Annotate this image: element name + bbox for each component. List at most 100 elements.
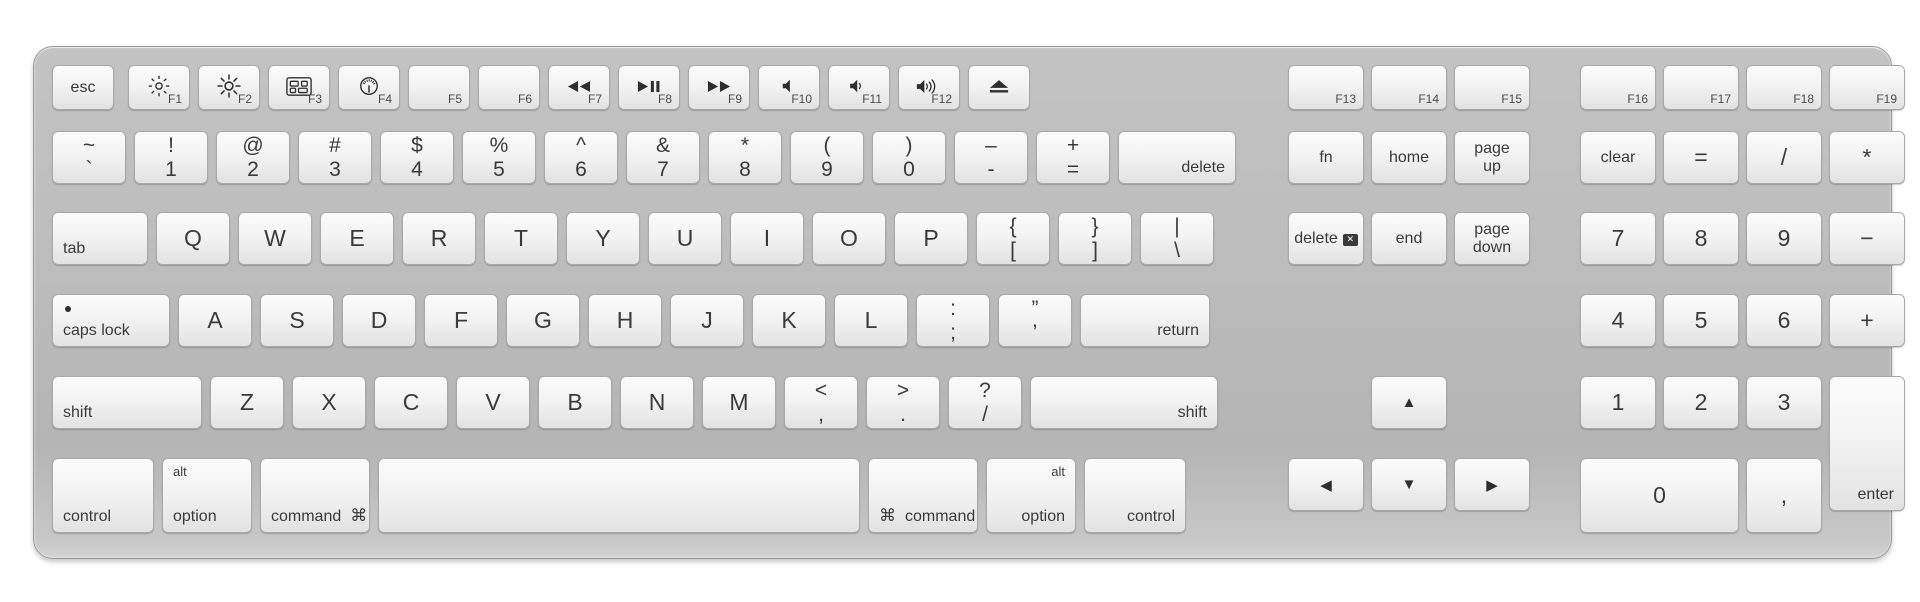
key-a[interactable]: A	[178, 294, 252, 347]
key-numpad-clear[interactable]: clear	[1580, 131, 1656, 184]
key-forward-delete[interactable]: delete ✕	[1288, 212, 1364, 265]
key-fn[interactable]: fn	[1288, 131, 1364, 184]
key-g[interactable]: G	[506, 294, 580, 347]
key-arrow-right[interactable]: ▶	[1454, 458, 1530, 511]
key-f5[interactable]: F5	[408, 65, 470, 110]
key-semicolon[interactable]: : ;	[916, 294, 990, 347]
key-s[interactable]: S	[260, 294, 334, 347]
key-numpad-8[interactable]: 8	[1663, 212, 1739, 265]
key-numpad-multiply[interactable]: *	[1829, 131, 1905, 184]
key-delete[interactable]: delete	[1118, 131, 1236, 184]
key-home[interactable]: home	[1371, 131, 1447, 184]
key-esc[interactable]: esc	[52, 65, 114, 110]
key-f17[interactable]: F17	[1663, 65, 1739, 110]
key-numpad-divide[interactable]: /	[1746, 131, 1822, 184]
key-f11[interactable]: F11	[828, 65, 890, 110]
key-numpad-2[interactable]: 2	[1663, 376, 1739, 429]
key-f7[interactable]: F7	[548, 65, 610, 110]
key-numpad-4[interactable]: 4	[1580, 294, 1656, 347]
key-numpad-3[interactable]: 3	[1746, 376, 1822, 429]
key-numpad-minus[interactable]: −	[1829, 212, 1905, 265]
key-tab[interactable]: tab	[52, 212, 148, 265]
key-u[interactable]: U	[648, 212, 722, 265]
key-7[interactable]: & 7	[626, 131, 700, 184]
key-d[interactable]: D	[342, 294, 416, 347]
key-bracket-right[interactable]: } ]	[1058, 212, 1132, 265]
key-option-left[interactable]: alt option	[162, 458, 252, 533]
key-e[interactable]: E	[320, 212, 394, 265]
key-h[interactable]: H	[588, 294, 662, 347]
key-f13[interactable]: F13	[1288, 65, 1364, 110]
key-control-left[interactable]: control	[52, 458, 154, 533]
key-control-right[interactable]: control	[1084, 458, 1186, 533]
key-numpad-decimal[interactable]: ,	[1746, 458, 1822, 533]
key-numpad-zero[interactable]: 0	[1580, 458, 1739, 533]
key-command-right[interactable]: ⌘ command	[868, 458, 978, 533]
key-f16[interactable]: F16	[1580, 65, 1656, 110]
key-v[interactable]: V	[456, 376, 530, 429]
key-f19[interactable]: F19	[1829, 65, 1905, 110]
key-numpad-plus[interactable]: +	[1829, 294, 1905, 347]
key-end[interactable]: end	[1371, 212, 1447, 265]
key-j[interactable]: J	[670, 294, 744, 347]
key-f15[interactable]: F15	[1454, 65, 1530, 110]
key-c[interactable]: C	[374, 376, 448, 429]
key-caps-lock[interactable]: caps lock	[52, 294, 170, 347]
key-i[interactable]: I	[730, 212, 804, 265]
key-r[interactable]: R	[402, 212, 476, 265]
key-grave[interactable]: ~ `	[52, 131, 126, 184]
key-0[interactable]: ) 0	[872, 131, 946, 184]
key-f8[interactable]: F8	[618, 65, 680, 110]
key-l[interactable]: L	[834, 294, 908, 347]
key-numpad-1[interactable]: 1	[1580, 376, 1656, 429]
key-f3[interactable]: F3	[268, 65, 330, 110]
key-8[interactable]: * 8	[708, 131, 782, 184]
key-4[interactable]: $ 4	[380, 131, 454, 184]
key-f[interactable]: F	[424, 294, 498, 347]
key-f18[interactable]: F18	[1746, 65, 1822, 110]
key-z[interactable]: Z	[210, 376, 284, 429]
key-numpad-6[interactable]: 6	[1746, 294, 1822, 347]
key-shift-left[interactable]: shift	[52, 376, 202, 429]
key-t[interactable]: T	[484, 212, 558, 265]
key-period[interactable]: > .	[866, 376, 940, 429]
key-arrow-left[interactable]: ◀	[1288, 458, 1364, 511]
key-6[interactable]: ^ 6	[544, 131, 618, 184]
key-b[interactable]: B	[538, 376, 612, 429]
key-f4[interactable]: F4	[338, 65, 400, 110]
key-f2[interactable]: F2	[198, 65, 260, 110]
key-f14[interactable]: F14	[1371, 65, 1447, 110]
key-minus[interactable]: – -	[954, 131, 1028, 184]
key-space[interactable]	[378, 458, 860, 533]
key-numpad-enter[interactable]: enter	[1829, 376, 1905, 511]
key-x[interactable]: X	[292, 376, 366, 429]
key-p[interactable]: P	[894, 212, 968, 265]
key-bracket-left[interactable]: { [	[976, 212, 1050, 265]
key-3[interactable]: # 3	[298, 131, 372, 184]
key-y[interactable]: Y	[566, 212, 640, 265]
key-arrow-down[interactable]: ▼	[1371, 458, 1447, 511]
key-numpad-9[interactable]: 9	[1746, 212, 1822, 265]
key-option-right[interactable]: alt option	[986, 458, 1076, 533]
key-5[interactable]: % 5	[462, 131, 536, 184]
key-numpad-equal[interactable]: =	[1663, 131, 1739, 184]
key-w[interactable]: W	[238, 212, 312, 265]
key-f6[interactable]: F6	[478, 65, 540, 110]
key-n[interactable]: N	[620, 376, 694, 429]
key-return[interactable]: return	[1080, 294, 1210, 347]
key-k[interactable]: K	[752, 294, 826, 347]
key-numpad-5[interactable]: 5	[1663, 294, 1739, 347]
key-page-up[interactable]: page up	[1454, 131, 1530, 184]
key-2[interactable]: @ 2	[216, 131, 290, 184]
key-comma[interactable]: < ,	[784, 376, 858, 429]
key-shift-right[interactable]: shift	[1030, 376, 1218, 429]
key-quote[interactable]: ” ’	[998, 294, 1072, 347]
key-command-left[interactable]: command ⌘	[260, 458, 370, 533]
key-backslash[interactable]: | \	[1140, 212, 1214, 265]
key-f10[interactable]: F10	[758, 65, 820, 110]
key-f1[interactable]: F1	[128, 65, 190, 110]
key-9[interactable]: ( 9	[790, 131, 864, 184]
key-f12[interactable]: F12	[898, 65, 960, 110]
key-arrow-up[interactable]: ▲	[1371, 376, 1447, 429]
key-page-down[interactable]: page down	[1454, 212, 1530, 265]
